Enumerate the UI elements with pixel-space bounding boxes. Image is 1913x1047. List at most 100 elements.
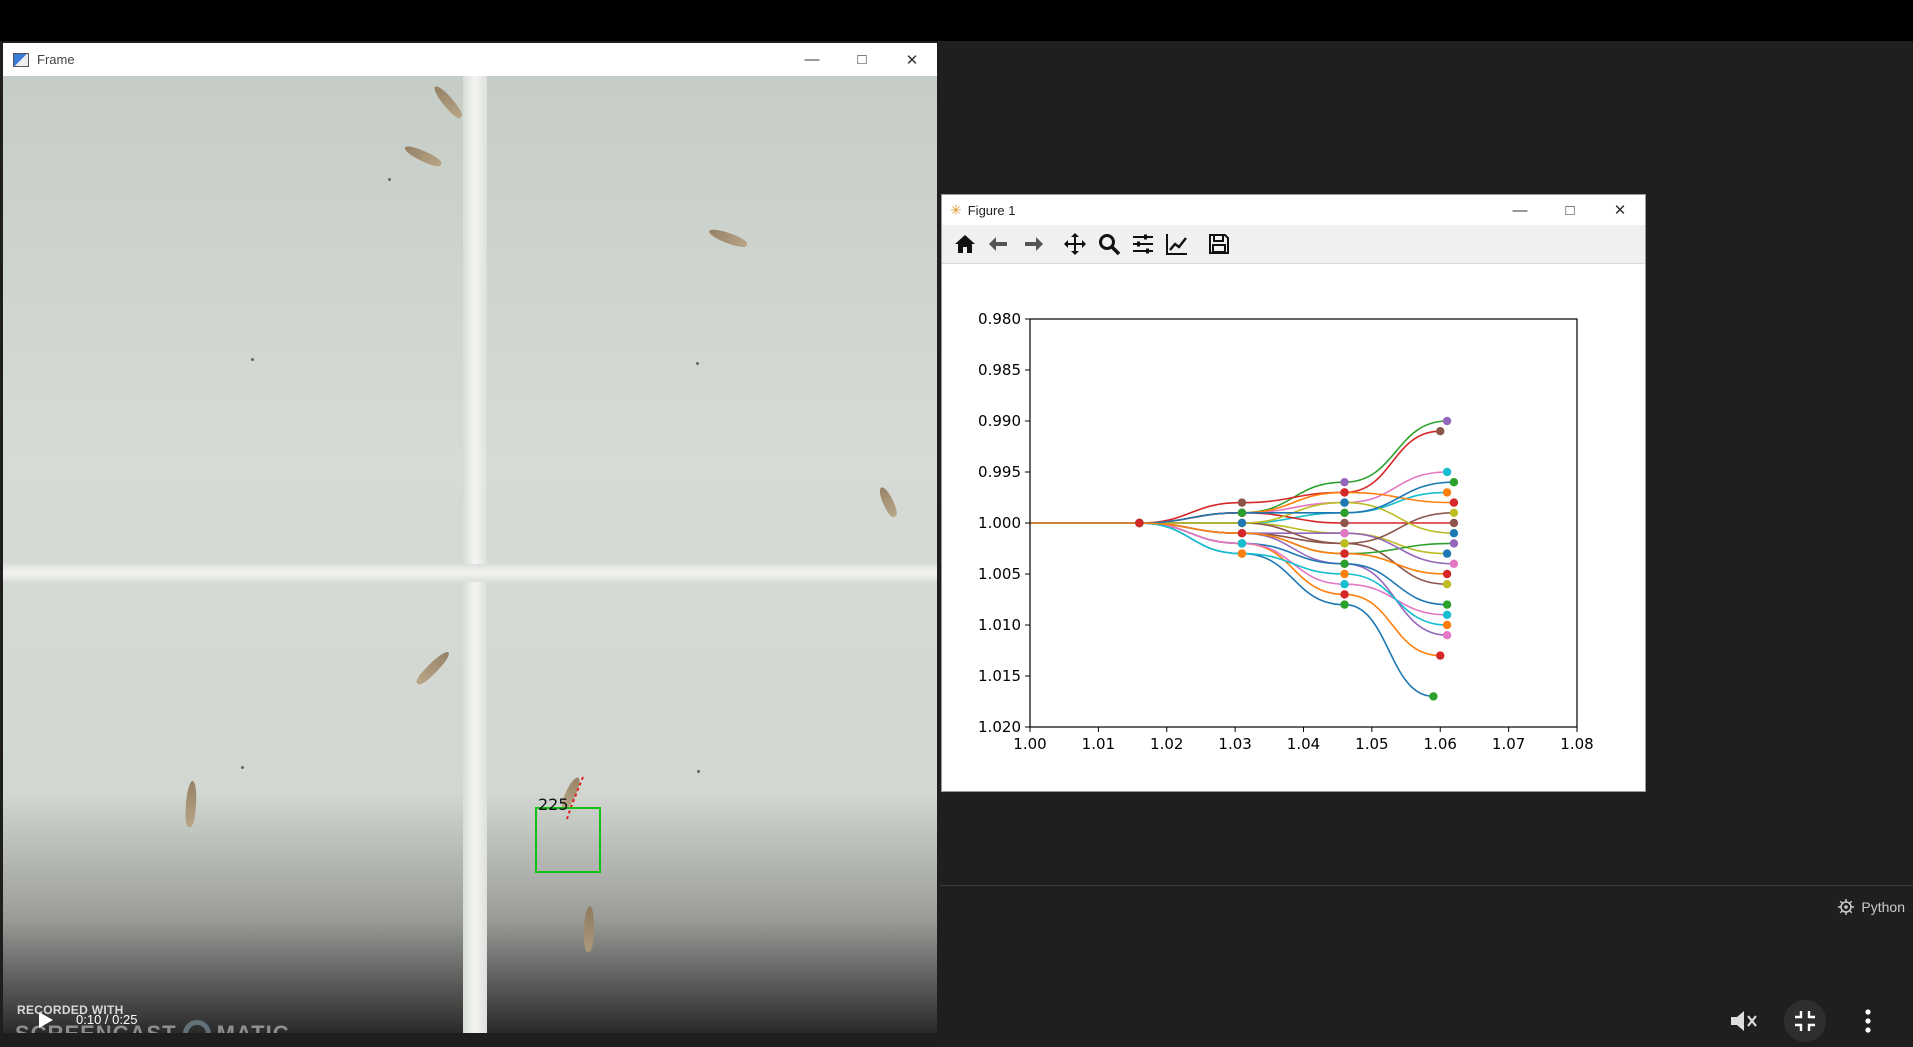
data-point [1340,529,1349,538]
x-tick-label: 1.02 [1150,735,1183,753]
data-point [1449,529,1459,538]
y-tick-label: 0.990 [978,412,1021,430]
exit-fullscreen-icon [1795,1011,1815,1031]
close-icon[interactable]: ✕ [887,43,937,76]
configure-subplots-button[interactable] [1128,229,1158,259]
tank-divider-horizontal [3,564,937,582]
series-line [1030,491,1454,524]
panel-divider [940,885,1913,886]
speck [697,770,700,773]
home-button[interactable] [950,229,980,259]
data-point [1237,498,1247,507]
x-tick-label: 1.01 [1082,735,1115,753]
series-line [1030,512,1454,545]
video-time: 0:10 / 0:25 [76,1012,138,1027]
data-point [1449,559,1459,568]
watermark-logo-right: MATIC [217,1021,290,1033]
data-point [1442,416,1452,426]
data-point [1340,549,1349,558]
fish [583,905,595,953]
data-point [1340,559,1349,568]
save-button[interactable] [1204,229,1234,259]
mute-icon[interactable] [1728,1008,1758,1034]
data-point [1340,600,1349,609]
data-point [1237,529,1247,538]
data-point [1340,539,1349,548]
zoom-button[interactable] [1094,229,1124,259]
fish [184,780,198,828]
frame-window: Frame — □ ✕ 225 RECORDED WITH SCREENCAST… [3,43,937,1033]
data-point [1340,488,1349,497]
data-point [1340,518,1349,528]
maximize-icon[interactable]: □ [837,43,887,76]
data-point [1135,518,1144,528]
series-line [1030,522,1448,575]
x-tick-label: 1.08 [1560,735,1593,753]
play-icon[interactable] [35,1010,55,1030]
data-point [1237,539,1247,548]
x-tick-label: 1.05 [1355,735,1388,753]
data-point [1442,631,1452,640]
status-language[interactable]: Python [1837,898,1905,916]
video-frame[interactable]: 225 RECORDED WITH SCREENCAST MATIC [3,76,937,1033]
speck [388,178,391,181]
maximize-icon[interactable]: □ [1545,195,1595,225]
y-tick-label: 1.005 [978,565,1021,583]
data-point [1449,498,1459,507]
data-point [1237,518,1247,528]
series-line [1030,522,1454,555]
debug-gear-icon [1838,899,1855,915]
data-point [1237,508,1247,517]
y-tick-label: 1.020 [978,718,1021,736]
back-button[interactable] [984,229,1014,259]
pan-button[interactable] [1060,229,1090,259]
back-arrow-icon [989,237,1007,251]
fish [876,485,900,519]
pan-icon [1064,233,1086,255]
trajectory-plot[interactable]: 1.00 1.01 1.02 1.03 1.04 1.05 1.06 1.07 1.08 0.98… [942,263,1645,791]
speck [696,362,699,365]
data-point [1442,549,1452,558]
watermark-logo: SCREENCAST MATIC [15,1020,290,1033]
speck [241,766,244,769]
track-id-label: 225 [538,795,569,814]
y-tick-label: 0.995 [978,463,1021,481]
y-tick-label: 1.015 [978,667,1021,685]
frame-titlebar[interactable]: Frame — □ ✕ [3,43,937,76]
x-tick-label: 1.06 [1424,735,1457,753]
data-point [1442,620,1452,630]
data-point [1442,467,1452,477]
data-point [1340,498,1349,507]
frame-title: Frame [37,52,75,67]
fish [413,648,453,688]
status-language-label: Python [1861,899,1905,915]
more-options-icon[interactable] [1860,1008,1876,1034]
series-line [1030,522,1448,616]
edit-axis-button[interactable] [1162,229,1192,259]
forward-button[interactable] [1018,229,1048,259]
screencast-logo-icon [182,1020,211,1033]
edit-axis-icon [1166,234,1187,255]
data-point [1449,539,1459,548]
minimize-icon[interactable]: — [1495,195,1545,225]
data-point [1340,569,1349,579]
data-point [1436,651,1445,660]
close-icon[interactable]: ✕ [1595,195,1645,225]
y-tick-label: 0.980 [978,310,1021,328]
speck [251,358,254,361]
minimize-icon[interactable]: — [787,43,837,76]
fish [707,226,749,250]
data-point [1340,478,1349,487]
data-point [1237,549,1247,558]
data-point [1340,508,1349,517]
matplotlib-app-icon: ✳ [950,201,962,218]
x-tick-label: 1.04 [1287,735,1320,753]
data-point [1340,580,1349,589]
save-icon [1209,234,1229,254]
figure-titlebar[interactable]: ✳ Figure 1 — □ ✕ [942,195,1645,225]
top-letterbox [0,0,1913,41]
fish [402,143,444,169]
data-point [1449,478,1459,487]
x-tick-label: 1.03 [1218,735,1251,753]
series-line [1030,522,1448,555]
